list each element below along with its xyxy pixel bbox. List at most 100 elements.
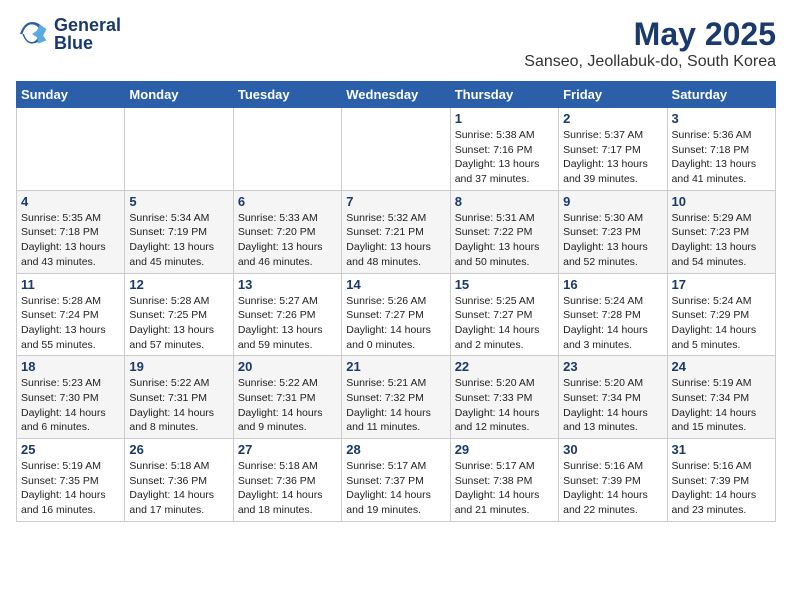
day-info: Sunrise: 5:36 AM Sunset: 7:18 PM Dayligh… — [672, 128, 771, 187]
day-number: 14 — [346, 277, 445, 292]
day-info: Sunrise: 5:18 AM Sunset: 7:36 PM Dayligh… — [238, 459, 337, 518]
calendar-table: SundayMondayTuesdayWednesdayThursdayFrid… — [16, 81, 776, 522]
day-number: 30 — [563, 442, 662, 457]
day-number: 2 — [563, 111, 662, 126]
day-number: 18 — [21, 359, 120, 374]
day-number: 17 — [672, 277, 771, 292]
calendar-cell: 26 Sunrise: 5:18 AM Sunset: 7:36 PM Dayli… — [125, 439, 233, 522]
day-info: Sunrise: 5:30 AM Sunset: 7:23 PM Dayligh… — [563, 211, 662, 270]
calendar-cell: 28 Sunrise: 5:17 AM Sunset: 7:37 PM Dayli… — [342, 439, 450, 522]
calendar-cell: 11Sunrise: 5:28 AM Sunset: 7:24 PM Dayli… — [17, 273, 125, 356]
weekday-header-row: SundayMondayTuesdayWednesdayThursdayFrid… — [17, 82, 776, 108]
calendar-subtitle: Sanseo, Jeollabuk-do, South Korea — [524, 53, 776, 71]
calendar-cell: 19Sunrise: 5:22 AM Sunset: 7:31 PM Dayli… — [125, 356, 233, 439]
day-info: Sunrise: 5:23 AM Sunset: 7:30 PM Dayligh… — [21, 376, 120, 435]
day-info: Sunrise: 5:34 AM Sunset: 7:19 PM Dayligh… — [129, 211, 228, 270]
calendar-cell: 23 Sunrise: 5:20 AM Sunset: 7:34 PM Dayli… — [559, 356, 667, 439]
weekday-header-sunday: Sunday — [17, 82, 125, 108]
calendar-week-4: 18 Sunrise: 5:23 AM Sunset: 7:30 PM Dayli… — [17, 356, 776, 439]
calendar-body: 1Sunrise: 5:38 AM Sunset: 7:16 PM Daylig… — [17, 108, 776, 522]
calendar-cell: 14 Sunrise: 5:26 AM Sunset: 7:27 PM Dayli… — [342, 273, 450, 356]
calendar-cell: 16 Sunrise: 5:24 AM Sunset: 7:28 PM Dayli… — [559, 273, 667, 356]
day-info: Sunrise: 5:25 AM Sunset: 7:27 PM Dayligh… — [455, 294, 554, 353]
weekday-header-wednesday: Wednesday — [342, 82, 450, 108]
day-info: Sunrise: 5:26 AM Sunset: 7:27 PM Dayligh… — [346, 294, 445, 353]
logo-text: General Blue — [54, 16, 121, 52]
day-info: Sunrise: 5:38 AM Sunset: 7:16 PM Dayligh… — [455, 128, 554, 187]
calendar-title: May 2025 — [524, 16, 776, 53]
calendar-cell: 30Sunrise: 5:16 AM Sunset: 7:39 PM Dayli… — [559, 439, 667, 522]
day-number: 6 — [238, 194, 337, 209]
day-info: Sunrise: 5:20 AM Sunset: 7:34 PM Dayligh… — [563, 376, 662, 435]
day-number: 22 — [455, 359, 554, 374]
calendar-cell: 9 Sunrise: 5:30 AM Sunset: 7:23 PM Daylig… — [559, 190, 667, 273]
day-number: 4 — [21, 194, 120, 209]
day-number: 8 — [455, 194, 554, 209]
weekday-header-friday: Friday — [559, 82, 667, 108]
calendar-cell: 25Sunrise: 5:19 AM Sunset: 7:35 PM Dayli… — [17, 439, 125, 522]
day-info: Sunrise: 5:28 AM Sunset: 7:25 PM Dayligh… — [129, 294, 228, 353]
calendar-cell — [342, 108, 450, 191]
calendar-cell — [233, 108, 341, 191]
day-number: 27 — [238, 442, 337, 457]
calendar-week-2: 4 Sunrise: 5:35 AM Sunset: 7:18 PM Daylig… — [17, 190, 776, 273]
day-info: Sunrise: 5:18 AM Sunset: 7:36 PM Dayligh… — [129, 459, 228, 518]
calendar-cell — [125, 108, 233, 191]
calendar-cell: 8Sunrise: 5:31 AM Sunset: 7:22 PM Daylig… — [450, 190, 558, 273]
calendar-cell: 21Sunrise: 5:21 AM Sunset: 7:32 PM Dayli… — [342, 356, 450, 439]
calendar-cell: 17 Sunrise: 5:24 AM Sunset: 7:29 PM Dayli… — [667, 273, 775, 356]
calendar-cell: 3 Sunrise: 5:36 AM Sunset: 7:18 PM Daylig… — [667, 108, 775, 191]
logo-icon — [16, 18, 48, 50]
day-number: 10 — [672, 194, 771, 209]
day-number: 13 — [238, 277, 337, 292]
calendar-cell: 20 Sunrise: 5:22 AM Sunset: 7:31 PM Dayli… — [233, 356, 341, 439]
day-number: 9 — [563, 194, 662, 209]
day-info: Sunrise: 5:27 AM Sunset: 7:26 PM Dayligh… — [238, 294, 337, 353]
calendar-week-3: 11Sunrise: 5:28 AM Sunset: 7:24 PM Dayli… — [17, 273, 776, 356]
calendar-cell: 29 Sunrise: 5:17 AM Sunset: 7:38 PM Dayli… — [450, 439, 558, 522]
calendar-cell: 18 Sunrise: 5:23 AM Sunset: 7:30 PM Dayli… — [17, 356, 125, 439]
weekday-header-saturday: Saturday — [667, 82, 775, 108]
day-info: Sunrise: 5:24 AM Sunset: 7:28 PM Dayligh… — [563, 294, 662, 353]
day-info: Sunrise: 5:16 AM Sunset: 7:39 PM Dayligh… — [672, 459, 771, 518]
day-number: 16 — [563, 277, 662, 292]
day-info: Sunrise: 5:19 AM Sunset: 7:34 PM Dayligh… — [672, 376, 771, 435]
day-info: Sunrise: 5:33 AM Sunset: 7:20 PM Dayligh… — [238, 211, 337, 270]
day-number: 23 — [563, 359, 662, 374]
day-number: 3 — [672, 111, 771, 126]
page-header: General Blue May 2025 Sanseo, Jeollabuk-… — [16, 16, 776, 71]
calendar-cell: 1Sunrise: 5:38 AM Sunset: 7:16 PM Daylig… — [450, 108, 558, 191]
weekday-header-tuesday: Tuesday — [233, 82, 341, 108]
day-info: Sunrise: 5:21 AM Sunset: 7:32 PM Dayligh… — [346, 376, 445, 435]
calendar-cell — [17, 108, 125, 191]
calendar-cell: 27 Sunrise: 5:18 AM Sunset: 7:36 PM Dayli… — [233, 439, 341, 522]
day-info: Sunrise: 5:35 AM Sunset: 7:18 PM Dayligh… — [21, 211, 120, 270]
calendar-cell: 6 Sunrise: 5:33 AM Sunset: 7:20 PM Daylig… — [233, 190, 341, 273]
calendar-cell: 5 Sunrise: 5:34 AM Sunset: 7:19 PM Daylig… — [125, 190, 233, 273]
calendar-cell: 13 Sunrise: 5:27 AM Sunset: 7:26 PM Dayli… — [233, 273, 341, 356]
day-number: 15 — [455, 277, 554, 292]
day-number: 29 — [455, 442, 554, 457]
calendar-cell: 24Sunrise: 5:19 AM Sunset: 7:34 PM Dayli… — [667, 356, 775, 439]
day-number: 20 — [238, 359, 337, 374]
calendar-cell: 2 Sunrise: 5:37 AM Sunset: 7:17 PM Daylig… — [559, 108, 667, 191]
calendar-header: SundayMondayTuesdayWednesdayThursdayFrid… — [17, 82, 776, 108]
day-info: Sunrise: 5:22 AM Sunset: 7:31 PM Dayligh… — [238, 376, 337, 435]
calendar-cell: 31Sunrise: 5:16 AM Sunset: 7:39 PM Dayli… — [667, 439, 775, 522]
day-info: Sunrise: 5:19 AM Sunset: 7:35 PM Dayligh… — [21, 459, 120, 518]
day-info: Sunrise: 5:24 AM Sunset: 7:29 PM Dayligh… — [672, 294, 771, 353]
day-info: Sunrise: 5:17 AM Sunset: 7:37 PM Dayligh… — [346, 459, 445, 518]
day-number: 5 — [129, 194, 228, 209]
logo: General Blue — [16, 16, 121, 52]
day-info: Sunrise: 5:17 AM Sunset: 7:38 PM Dayligh… — [455, 459, 554, 518]
day-info: Sunrise: 5:37 AM Sunset: 7:17 PM Dayligh… — [563, 128, 662, 187]
weekday-header-thursday: Thursday — [450, 82, 558, 108]
title-block: May 2025 Sanseo, Jeollabuk-do, South Kor… — [524, 16, 776, 71]
calendar-cell: 7Sunrise: 5:32 AM Sunset: 7:21 PM Daylig… — [342, 190, 450, 273]
day-number: 12 — [129, 277, 228, 292]
day-info: Sunrise: 5:28 AM Sunset: 7:24 PM Dayligh… — [21, 294, 120, 353]
day-number: 28 — [346, 442, 445, 457]
calendar-week-1: 1Sunrise: 5:38 AM Sunset: 7:16 PM Daylig… — [17, 108, 776, 191]
day-info: Sunrise: 5:22 AM Sunset: 7:31 PM Dayligh… — [129, 376, 228, 435]
day-number: 26 — [129, 442, 228, 457]
